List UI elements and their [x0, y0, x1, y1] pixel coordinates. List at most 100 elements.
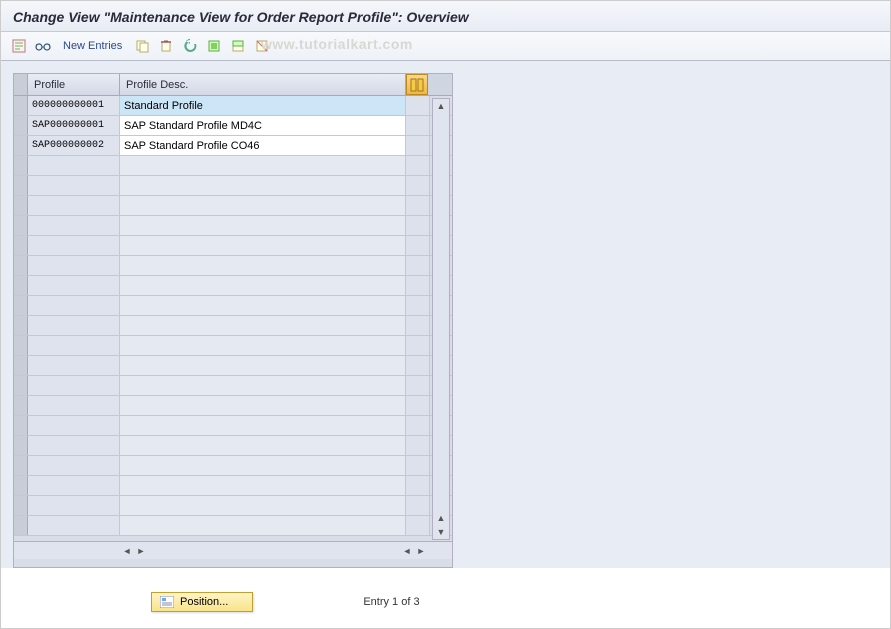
row-selector[interactable] [14, 216, 28, 235]
cell-profile[interactable]: SAP000000001 [28, 116, 120, 135]
cell-spacer [406, 336, 430, 355]
row-selector[interactable] [14, 116, 28, 135]
cell-profile-empty[interactable] [28, 176, 120, 195]
row-selector[interactable] [14, 176, 28, 195]
cell-description-empty[interactable] [120, 176, 406, 195]
cell-description[interactable]: SAP Standard Profile MD4C [120, 116, 406, 135]
cell-spacer [406, 356, 430, 375]
cell-description-empty[interactable] [120, 156, 406, 175]
row-selector[interactable] [14, 476, 28, 495]
row-selector[interactable] [14, 336, 28, 355]
cell-profile-empty[interactable] [28, 376, 120, 395]
row-selector[interactable] [14, 316, 28, 335]
cell-description-empty[interactable] [120, 196, 406, 215]
cell-profile-empty[interactable] [28, 276, 120, 295]
table-row: SAP000000002SAP Standard Profile CO46 [14, 136, 452, 156]
row-selector-header[interactable] [14, 74, 28, 95]
undo-icon[interactable] [180, 36, 200, 56]
scroll-down-icon[interactable]: ▲ [433, 511, 449, 525]
cell-description-empty[interactable] [120, 296, 406, 315]
column-header-description[interactable]: Profile Desc. [120, 74, 406, 95]
cell-description[interactable]: Standard Profile [120, 96, 406, 115]
row-selector[interactable] [14, 496, 28, 515]
cell-profile-empty[interactable] [28, 236, 120, 255]
row-selector[interactable] [14, 416, 28, 435]
cell-profile-empty[interactable] [28, 156, 120, 175]
cell-description-empty[interactable] [120, 476, 406, 495]
position-button[interactable]: Position... [151, 592, 253, 612]
row-selector[interactable] [14, 296, 28, 315]
scroll-right-end-icon[interactable]: ► [414, 546, 428, 556]
cell-profile-empty[interactable] [28, 456, 120, 475]
cell-profile-empty[interactable] [28, 196, 120, 215]
delete-icon[interactable] [156, 36, 176, 56]
row-selector[interactable] [14, 376, 28, 395]
scroll-right-icon[interactable]: ► [134, 546, 148, 556]
cell-description-empty[interactable] [120, 316, 406, 335]
row-selector[interactable] [14, 516, 28, 535]
column-header-profile[interactable]: Profile [28, 74, 120, 95]
cell-profile[interactable]: SAP000000002 [28, 136, 120, 155]
cell-spacer [406, 436, 430, 455]
scroll-down-icon[interactable]: ▼ [433, 525, 449, 539]
row-selector[interactable] [14, 156, 28, 175]
row-selector[interactable] [14, 256, 28, 275]
cell-profile-empty[interactable] [28, 356, 120, 375]
scroll-up-icon[interactable]: ▲ [433, 99, 449, 113]
scroll-left-icon[interactable]: ◄ [120, 546, 134, 556]
cell-description-empty[interactable] [120, 516, 406, 535]
cell-spacer [406, 496, 430, 515]
cell-profile-empty[interactable] [28, 216, 120, 235]
cell-description-empty[interactable] [120, 396, 406, 415]
vertical-scrollbar[interactable]: ▲ ▲ ▼ [432, 98, 450, 540]
cell-profile[interactable]: 000000000001 [28, 96, 120, 115]
row-selector[interactable] [14, 436, 28, 455]
row-selector[interactable] [14, 276, 28, 295]
detail-icon[interactable] [9, 36, 29, 56]
cell-description-empty[interactable] [120, 496, 406, 515]
cell-profile-empty[interactable] [28, 396, 120, 415]
cell-profile-empty[interactable] [28, 516, 120, 535]
row-selector[interactable] [14, 236, 28, 255]
row-selector[interactable] [14, 396, 28, 415]
glasses-icon[interactable] [33, 36, 53, 56]
cell-profile-empty[interactable] [28, 296, 120, 315]
cell-spacer [406, 476, 430, 495]
cell-profile-empty[interactable] [28, 416, 120, 435]
cell-profile-empty[interactable] [28, 256, 120, 275]
row-selector[interactable] [14, 96, 28, 115]
horizontal-scrollbar[interactable]: ◄ ► ◄ ► [14, 541, 452, 559]
cell-description-empty[interactable] [120, 356, 406, 375]
table-row-empty [14, 516, 452, 536]
scroll-left-end-icon[interactable]: ◄ [400, 546, 414, 556]
cell-description[interactable]: SAP Standard Profile CO46 [120, 136, 406, 155]
cell-description-empty[interactable] [120, 416, 406, 435]
row-selector[interactable] [14, 456, 28, 475]
row-selector[interactable] [14, 356, 28, 375]
cell-spacer [406, 256, 430, 275]
cell-description-empty[interactable] [120, 336, 406, 355]
row-selector[interactable] [14, 196, 28, 215]
cell-description-empty[interactable] [120, 456, 406, 475]
cell-profile-empty[interactable] [28, 316, 120, 335]
cell-description-empty[interactable] [120, 376, 406, 395]
copy-icon[interactable] [132, 36, 152, 56]
deselect-all-icon[interactable] [252, 36, 272, 56]
cell-description-empty[interactable] [120, 216, 406, 235]
cell-description-empty[interactable] [120, 236, 406, 255]
row-selector[interactable] [14, 136, 28, 155]
table-row: SAP000000001SAP Standard Profile MD4C [14, 116, 452, 136]
table-row-empty [14, 376, 452, 396]
select-block-icon[interactable] [228, 36, 248, 56]
select-all-icon[interactable] [204, 36, 224, 56]
configure-columns-icon[interactable] [406, 74, 428, 95]
cell-profile-empty[interactable] [28, 476, 120, 495]
new-entries-button[interactable]: New Entries [57, 38, 128, 54]
cell-spacer [406, 396, 430, 415]
cell-profile-empty[interactable] [28, 496, 120, 515]
cell-profile-empty[interactable] [28, 336, 120, 355]
cell-description-empty[interactable] [120, 256, 406, 275]
cell-profile-empty[interactable] [28, 436, 120, 455]
cell-description-empty[interactable] [120, 436, 406, 455]
cell-description-empty[interactable] [120, 276, 406, 295]
